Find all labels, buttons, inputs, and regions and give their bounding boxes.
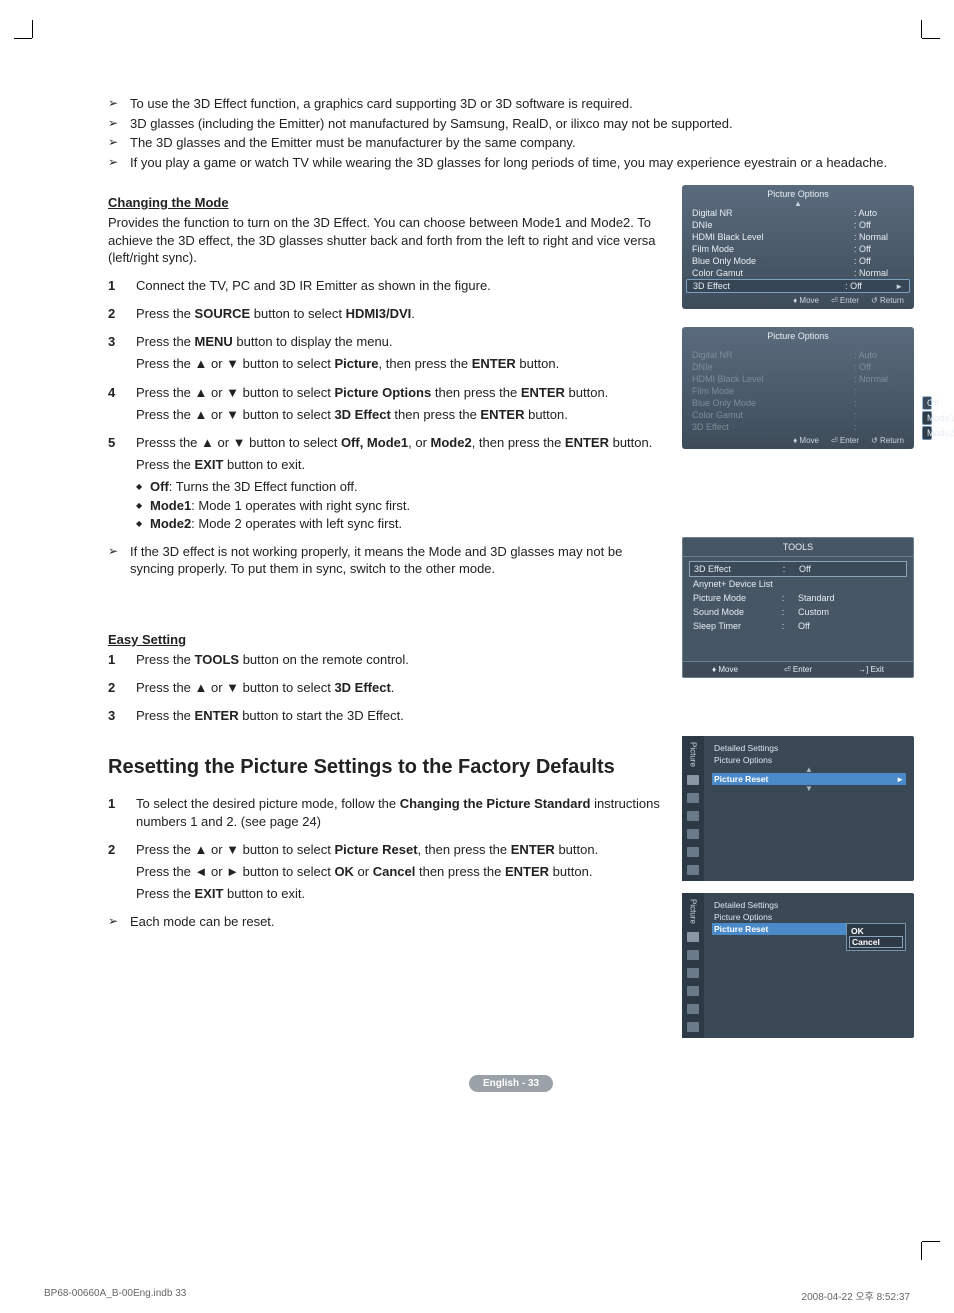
page-footer: English - 33 bbox=[108, 1074, 914, 1092]
picture-reset-row[interactable]: Picture Reset► OK Cancel bbox=[712, 923, 906, 935]
changing-mode-desc: Provides the function to turn on the 3D … bbox=[108, 214, 662, 267]
icon bbox=[687, 865, 699, 875]
document-footer: BP68-00660A_B-00Eng.indb 33 2008-04-22 오… bbox=[0, 1280, 954, 1313]
enter-hint: ⏎ Enter bbox=[831, 296, 859, 305]
changing-mode-steps: Connect the TV, PC and 3D IR Emitter as … bbox=[108, 277, 662, 533]
option-off[interactable]: Off bbox=[922, 396, 932, 410]
option-mode2[interactable]: Mode2 bbox=[922, 426, 932, 440]
step: Presss the ▲ or ▼ button to select Off, … bbox=[108, 434, 662, 533]
monitor-icon bbox=[687, 775, 699, 785]
mode-definitions: Off: Turns the 3D Effect function off. M… bbox=[136, 478, 662, 533]
ok-cancel-popup: OK Cancel bbox=[846, 923, 906, 951]
icon bbox=[687, 968, 699, 978]
move-hint: ♦ Move bbox=[793, 296, 819, 305]
icon bbox=[687, 811, 699, 821]
intro-note: 3D glasses (including the Emitter) not m… bbox=[108, 115, 914, 133]
osd-picture-menu-2: Picture Detailed Settings Picture Option… bbox=[682, 893, 914, 1038]
tools-3d-effect-row[interactable]: 3D Effect:Off bbox=[689, 561, 907, 577]
reset-steps: To select the desired picture mode, foll… bbox=[108, 795, 662, 904]
osd-tools: TOOLS 3D Effect:Off Anynet+ Device List … bbox=[682, 537, 914, 678]
easy-setting-steps: Press the TOOLS button on the remote con… bbox=[108, 651, 662, 726]
intro-note: The 3D glasses and the Emitter must be m… bbox=[108, 134, 914, 152]
icon bbox=[687, 793, 699, 803]
step: Connect the TV, PC and 3D IR Emitter as … bbox=[108, 277, 662, 295]
cancel-option[interactable]: Cancel bbox=[849, 936, 903, 948]
step: Press the ▲ or ▼ button to select Pictur… bbox=[108, 384, 662, 424]
icon bbox=[687, 986, 699, 996]
icon bbox=[687, 1022, 699, 1032]
icon bbox=[687, 1004, 699, 1014]
return-hint: ↺ Return bbox=[871, 296, 904, 305]
step: Press the SOURCE button to select HDMI3/… bbox=[108, 305, 662, 323]
icon bbox=[687, 950, 699, 960]
sync-note: If the 3D effect is not working properly… bbox=[108, 543, 662, 578]
intro-note: To use the 3D Effect function, a graphic… bbox=[108, 95, 914, 113]
icon bbox=[687, 847, 699, 857]
osd-picture-options-1: Picture Options ▲ Digital NR: Auto DNIe:… bbox=[682, 185, 914, 309]
osd-picture-options-2: Picture Options Digital NR: Auto DNIe: O… bbox=[682, 327, 914, 449]
monitor-icon bbox=[687, 932, 699, 942]
option-mode1[interactable]: Mode1 bbox=[922, 411, 932, 425]
reset-note: Each mode can be reset. bbox=[108, 913, 662, 931]
osd-selected-row[interactable]: 3D Effect: Off► bbox=[686, 279, 910, 293]
osd-picture-menu-1: Picture Detailed Settings Picture Option… bbox=[682, 736, 914, 881]
changing-mode-heading: Changing the Mode bbox=[108, 195, 662, 210]
reset-heading: Resetting the Picture Settings to the Fa… bbox=[108, 756, 662, 779]
easy-setting-heading: Easy Setting bbox=[108, 632, 662, 647]
ok-option[interactable]: OK bbox=[849, 926, 903, 936]
intro-note: If you play a game or watch TV while wea… bbox=[108, 154, 914, 172]
icon bbox=[687, 829, 699, 839]
intro-notes: To use the 3D Effect function, a graphic… bbox=[108, 95, 914, 171]
step: Press the MENU button to display the men… bbox=[108, 333, 662, 373]
